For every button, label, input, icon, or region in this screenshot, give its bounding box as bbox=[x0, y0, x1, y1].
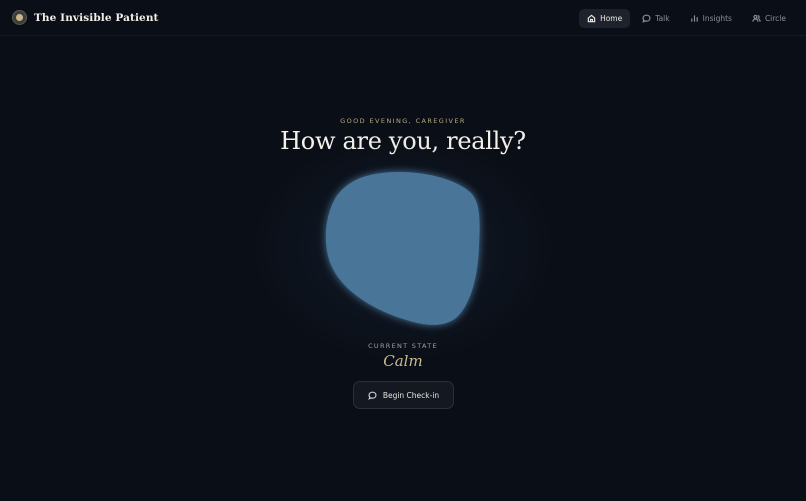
chat-bubble-icon bbox=[368, 391, 377, 400]
main-nav: Home Talk Insights Circle bbox=[579, 9, 794, 28]
nav-item-label: Insights bbox=[702, 14, 732, 23]
current-state-value: Calm bbox=[383, 352, 423, 370]
current-state-label: CURRENT STATE bbox=[368, 342, 438, 350]
mood-blob[interactable] bbox=[320, 166, 486, 332]
nav-item-talk[interactable]: Talk bbox=[634, 9, 677, 28]
begin-checkin-label: Begin Check-in bbox=[382, 390, 440, 400]
logo-icon bbox=[12, 10, 27, 25]
nav-item-label: Talk bbox=[655, 14, 670, 23]
nav-item-label: Circle bbox=[764, 14, 786, 23]
chat-bubble-icon bbox=[642, 14, 651, 23]
nav-item-home[interactable]: Home bbox=[579, 9, 631, 28]
greeting: GOOD EVENING, CAREGIVER bbox=[340, 117, 466, 125]
nav-item-label: Home bbox=[600, 14, 623, 23]
begin-checkin-button[interactable]: Begin Check-in bbox=[353, 381, 454, 409]
brand[interactable]: The Invisible Patient bbox=[12, 10, 159, 25]
top-bar: The Invisible Patient Home Talk Insights… bbox=[0, 0, 806, 36]
app-title: The Invisible Patient bbox=[34, 11, 159, 24]
people-icon bbox=[752, 14, 761, 22]
home-icon bbox=[587, 14, 596, 23]
nav-item-insights[interactable]: Insights bbox=[682, 9, 740, 28]
nav-item-circle[interactable]: Circle bbox=[744, 9, 794, 28]
bar-chart-icon bbox=[690, 15, 698, 22]
mood-blob-shape bbox=[325, 172, 480, 325]
